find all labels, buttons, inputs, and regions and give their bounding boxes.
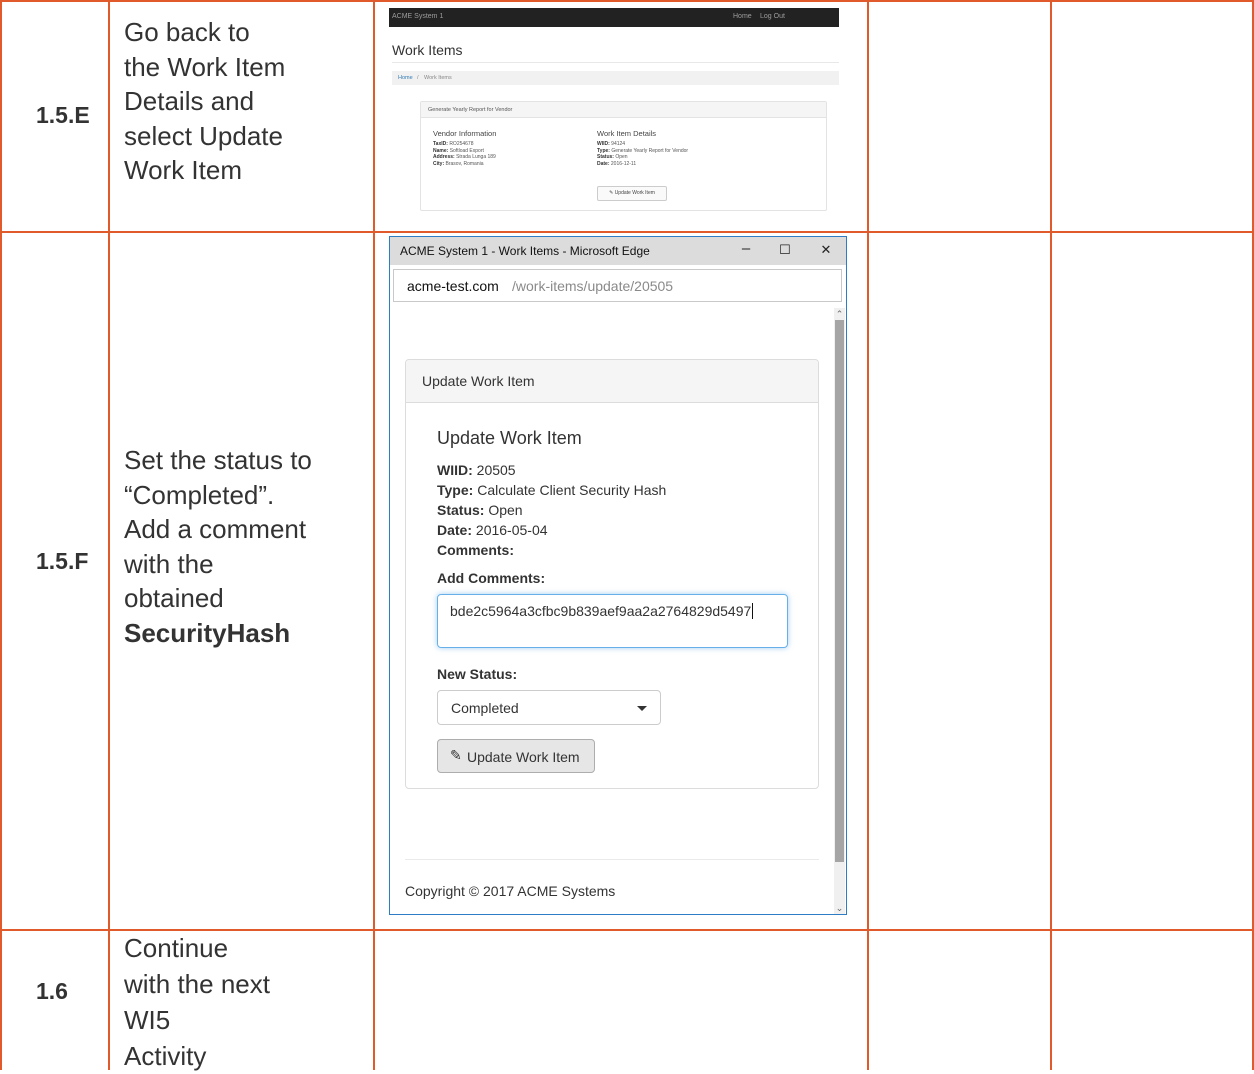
- work-item-info: Work Item Details WIID: 94124 Type: Gene…: [597, 129, 688, 167]
- step-id: 1.5.E: [36, 102, 90, 128]
- nav-logout-link[interactable]: Log Out: [760, 13, 785, 20]
- navbar: ACME System 1 Home Log Out: [389, 8, 839, 27]
- work-item-panel: Generate Yearly Report for Vendor Vendor…: [420, 101, 827, 211]
- table-border: [1050, 0, 1052, 1070]
- breadcrumb-current: Work Items: [424, 75, 452, 81]
- update-work-item-button[interactable]: ✎ Update Work Item: [437, 739, 595, 773]
- footer-divider: [405, 859, 819, 860]
- instruction-line: “Completed”.: [124, 479, 275, 510]
- comments-row: Comments:: [437, 542, 515, 558]
- url-path: /work-items/update/20505: [512, 278, 674, 294]
- instruction-line: Set the status to: [124, 445, 312, 475]
- instruction-line-bold: SecurityHash: [124, 617, 291, 648]
- page-title: Work Items: [392, 42, 463, 58]
- screenshot-edge-window: ACME System 1 - Work Items - Microsoft E…: [389, 236, 847, 915]
- window-title: ACME System 1 - Work Items - Microsoft E…: [400, 244, 650, 258]
- address-bar[interactable]: acme-test.com /work-items/update/20505: [393, 269, 842, 302]
- panel-title: Update Work Item: [422, 373, 535, 389]
- instruction-line: WI5: [124, 1005, 171, 1035]
- type-row: Type: Calculate Client Security Hash: [437, 482, 667, 498]
- add-comments-textarea[interactable]: bde2c5964a3cfbc9b839aef9aa2a2764829d5497: [437, 594, 788, 648]
- new-status-select[interactable]: Completed: [437, 690, 661, 725]
- nav-home-link[interactable]: Home: [733, 13, 752, 20]
- footer-copyright: Copyright © 2017 ACME Systems: [405, 883, 616, 899]
- step-instruction: Continue with the next WI5 Activity: [124, 930, 270, 1074]
- button-label: Update Work Item: [467, 749, 580, 765]
- step-instruction: Set the status to “Completed”. Add a com…: [124, 443, 312, 650]
- step-id: 1.5.F: [36, 548, 89, 574]
- update-work-item-panel: Update Work Item Update Work Item WIID: …: [405, 359, 819, 789]
- window-titlebar: ACME System 1 - Work Items - Microsoft E…: [390, 237, 846, 265]
- work-item-summary: WIID: 20505 Type: Calculate Client Secur…: [437, 460, 666, 560]
- table-border: [0, 231, 1254, 233]
- wiid-row: WIID: 20505: [437, 462, 516, 478]
- add-comments-label: Add Comments:: [437, 570, 546, 586]
- work-item-date: Date: 2016-12-11: [597, 160, 637, 167]
- update-work-item-button[interactable]: ✎ Update Work Item: [597, 186, 667, 201]
- date-row: Date: 2016-05-04: [437, 522, 548, 538]
- scroll-down-icon[interactable]: ⌄: [834, 902, 845, 914]
- instruction-line: Continue: [124, 933, 229, 963]
- minimize-icon[interactable]: –: [736, 240, 756, 257]
- instruction-line: Add a comment: [124, 514, 307, 544]
- new-status-label: New Status:: [437, 666, 518, 682]
- table-border: [373, 0, 375, 1070]
- instruction-line: Work Item: [124, 155, 242, 185]
- instruction-line: Details and: [124, 86, 255, 116]
- maximize-icon[interactable]: ☐: [775, 242, 795, 258]
- instruction-line: obtained: [124, 583, 224, 613]
- instruction-line: Go back to: [124, 17, 250, 47]
- pencil-icon: ✎: [450, 747, 462, 763]
- work-item-info-heading: Work Item Details: [597, 129, 657, 138]
- instruction-line: with the: [124, 548, 214, 579]
- breadcrumb-home[interactable]: Home: [398, 75, 413, 81]
- instruction-line: select Update: [124, 120, 283, 151]
- scroll-up-icon[interactable]: ⌃: [834, 308, 845, 320]
- instruction-line: Activity: [124, 1041, 207, 1071]
- instruction-line: with the next: [124, 969, 270, 999]
- form-heading: Update Work Item: [437, 428, 582, 448]
- status-row: Status: Open: [437, 502, 523, 518]
- vendor-city: City: Brasov, Romania: [433, 160, 484, 167]
- breadcrumb-separator: /: [417, 75, 419, 81]
- breadcrumb: Home / Work Items: [392, 71, 839, 85]
- table-border: [0, 0, 2, 1070]
- screenshot-work-item-details: ACME System 1 Home Log Out Work Items Ho…: [389, 8, 839, 213]
- caret-down-icon: [637, 706, 647, 711]
- panel-title: Generate Yearly Report for Vendor: [428, 107, 513, 113]
- step-instruction: Go back to the Work Item Details and sel…: [124, 15, 285, 188]
- instruction-line: the Work Item: [124, 51, 286, 82]
- scrollbar-thumb[interactable]: [835, 320, 844, 862]
- divider: [392, 62, 839, 63]
- url-host: acme-test.com: [407, 278, 499, 294]
- vertical-scrollbar[interactable]: ⌃ ⌄: [834, 308, 845, 914]
- brand-link[interactable]: ACME System 1: [392, 13, 443, 20]
- table-border: [0, 0, 1254, 2]
- vendor-info: Vendor Information TaxID: RO254678 Name:…: [433, 129, 496, 167]
- table-border: [867, 0, 869, 1070]
- panel-heading: Update Work Item: [406, 360, 818, 403]
- vendor-info-heading: Vendor Information: [433, 129, 497, 138]
- close-icon[interactable]: ✕: [816, 242, 836, 258]
- table-border: [108, 0, 110, 1070]
- step-id: 1.6: [36, 978, 68, 1004]
- panel-heading: Generate Yearly Report for Vendor: [421, 102, 826, 118]
- selected-status: Completed: [451, 700, 519, 716]
- comment-value: bde2c5964a3cfbc9b839aef9aa2a2764829d5497: [450, 603, 752, 619]
